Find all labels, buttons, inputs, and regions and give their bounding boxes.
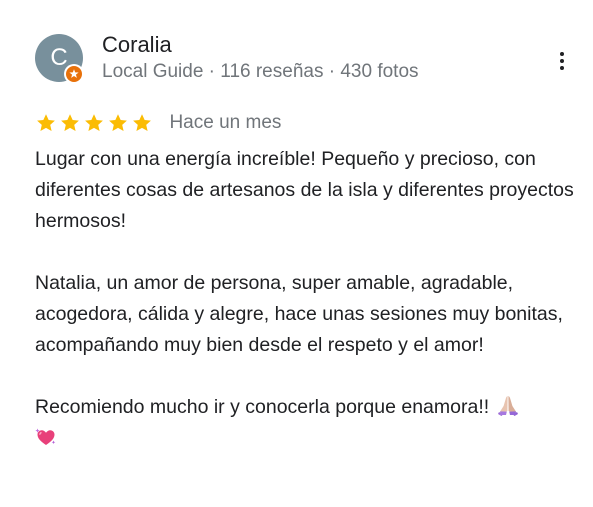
more-options-button[interactable] — [548, 48, 576, 76]
more-vert-icon — [560, 52, 564, 56]
star-icon — [85, 114, 103, 131]
review-card: C Coralia Local Guide · 116 reseñas · 43… — [0, 0, 593, 507]
reviewer-meta[interactable]: Local Guide · 116 reseñas · 430 fotos — [102, 60, 419, 84]
star-icon — [133, 114, 151, 131]
review-paragraph: Lugar con una energía increíble! Pequeño… — [35, 148, 574, 232]
review-paragraph: Natalia, un amor de persona, super amabl… — [35, 272, 563, 356]
star-icon — [37, 114, 55, 131]
local-guide-badge — [64, 64, 84, 84]
review-text: Lugar con una energía increíble! Pequeño… — [35, 144, 575, 454]
local-guide-star-icon — [69, 69, 79, 78]
review-date: Hace un mes — [169, 112, 282, 133]
review-paragraph-last: Recomiendo mucho ir y conocerla porque e… — [35, 392, 575, 454]
star-icon — [109, 114, 127, 131]
star-icon — [61, 114, 79, 131]
rating-row: Hace un mes — [35, 111, 281, 135]
sparkling-heart-emoji — [35, 428, 56, 445]
star-rating — [35, 112, 155, 134]
reviewer-name[interactable]: Coralia — [102, 31, 172, 59]
folded-hands-emoji — [498, 396, 519, 416]
review-paragraph-text: Recomiendo mucho ir y conocerla porque e… — [35, 396, 490, 418]
